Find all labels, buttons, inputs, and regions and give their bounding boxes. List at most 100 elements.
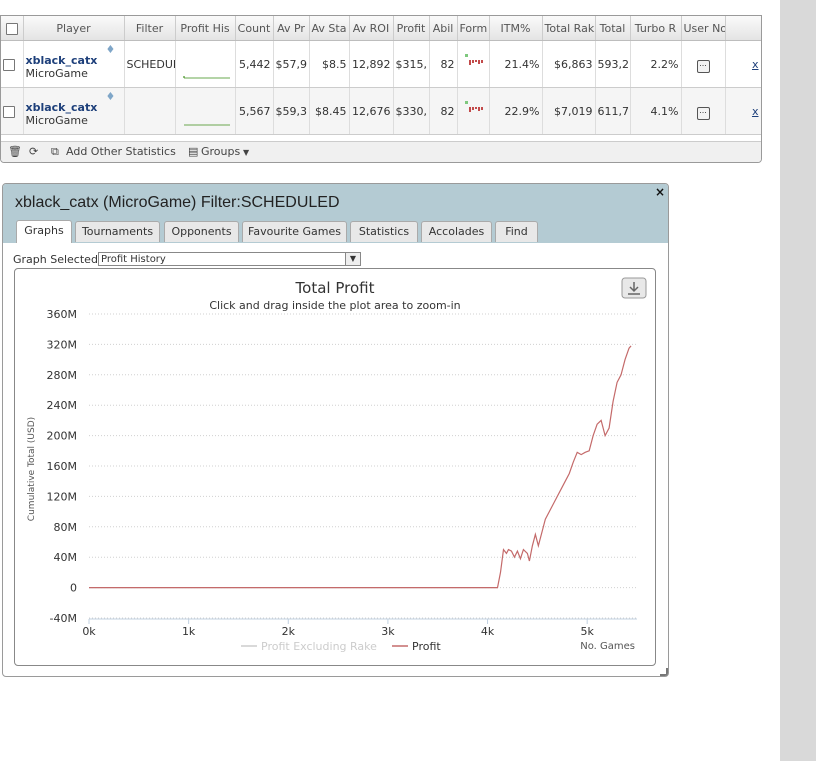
grid-toolbar: 🗑 ⟳ ⧉ Add Other Statistics ▤ Groups ▼ [1,141,761,162]
trash-icon[interactable]: 🗑 [8,145,22,158]
graph-selected-label: Graph Selected: [13,253,102,266]
tab-graphs[interactable]: Graphs [16,220,72,243]
chart-title: Total Profit [295,279,375,297]
x-tick-label: 5k [580,625,594,638]
graph-select-value: Profit History [101,254,166,265]
network-gem-icon: ♦ [105,43,116,56]
col-ability[interactable]: Abil [429,16,458,41]
total-rake-cell: $6,863 [542,40,596,88]
legend-item-profit-excluding-rake[interactable]: Profit Excluding Rake [261,640,377,653]
row-checkbox[interactable] [3,58,15,71]
row-select-cell[interactable] [1,40,24,88]
form-bars-icon [464,100,483,112]
select-all-header[interactable] [1,16,24,41]
page-scrollbar[interactable] [780,0,816,761]
sparkline-dot [182,76,185,78]
chevron-down-icon[interactable]: ▼ [345,253,360,265]
y-tick-label: 200M [47,430,78,443]
av-stake-cell: $8.45 [309,87,350,135]
profit-history-cell [175,40,236,88]
chart-legend[interactable]: Profit Excluding Rake Profit [241,640,441,653]
window-header[interactable]: xblack_catx (MicroGame) Filter:SCHEDULED… [3,184,668,243]
y-tick-label: 40M [54,551,78,564]
col-profit[interactable]: Profit [393,16,430,41]
col-total-rake[interactable]: Total Rak [542,16,596,41]
form-cell [457,87,490,135]
tab-opponents[interactable]: Opponents [164,221,239,242]
notes-button[interactable]: ... [696,106,710,120]
y-tick-label: 240M [47,399,78,412]
tab-statistics[interactable]: Statistics [350,221,418,242]
notes-cell: ... [681,40,726,88]
col-filter[interactable]: Filter [124,16,176,41]
col-user-notes[interactable]: User No [681,16,726,41]
y-tick-label: 320M [47,338,78,351]
col-form[interactable]: Form [457,16,490,41]
select-all-checkbox[interactable] [5,22,18,35]
profit-cell: $315, [393,40,430,88]
legend-item-profit[interactable]: Profit [412,640,441,653]
graph-select[interactable]: Profit History ▼ [98,252,361,266]
av-prize-cell: $59,3 [273,87,310,135]
tab-find[interactable]: Find [495,221,538,242]
notes-button[interactable]: ... [696,59,710,73]
av-prize-cell: $57,9 [273,40,310,88]
close-icon[interactable]: × [655,185,665,199]
table-row[interactable]: ♦ xblack_catx MicroGame 5,567 $59,3 $8.4… [1,87,761,135]
col-player[interactable]: Player [23,16,125,41]
chart-subtitle: Click and drag inside the plot area to z… [209,299,460,312]
itm-cell: 22.9% [489,87,543,135]
col-total[interactable]: Total [595,16,631,41]
col-av-prize[interactable]: Av Pr [273,16,310,41]
y-tick-label: 160M [47,460,78,473]
col-profit-history[interactable]: Profit His [175,16,236,41]
profit-sparkline [183,124,230,126]
window-resize-handle[interactable] [660,668,668,676]
total-rake-cell: $7,019 [542,87,596,135]
av-roi-cell: 12,892 [349,40,394,88]
groups-button[interactable]: Groups [201,145,240,158]
tab-tournaments[interactable]: Tournaments [75,221,160,242]
y-tick-label: 360M [47,308,78,321]
col-turbo[interactable]: Turbo R [630,16,682,41]
window-title: xblack_catx (MicroGame) Filter:SCHEDULED [15,194,340,211]
player-details-window: xblack_catx (MicroGame) Filter:SCHEDULED… [2,183,669,677]
remove-cell: x [725,87,761,135]
count-cell: 5,442 [235,40,274,88]
col-remove [725,16,761,41]
add-stats-icon: ⧉ [51,145,59,158]
x-tick-label: 2k [282,625,296,638]
table-row[interactable]: ♦ xblack_catx MicroGame SCHEDULED 5,442 … [1,40,761,88]
player-cell: ♦ xblack_catx MicroGame [23,40,125,88]
filter-cell [124,87,176,135]
profit-cell: $330, [393,87,430,135]
itm-cell: 21.4% [489,40,543,88]
remove-row-link[interactable]: x [752,58,759,71]
groups-icon: ▤ [188,145,199,158]
col-count[interactable]: Count [235,16,274,41]
row-checkbox[interactable] [3,105,15,118]
profit-chart[interactable]: Total Profit Click and drag inside the p… [15,269,655,665]
y-tick-label: -40M [50,612,77,625]
y-tick-label: 80M [54,521,78,534]
player-network: MicroGame [25,67,88,80]
refresh-icon[interactable]: ⟳ [29,145,38,158]
chevron-down-icon[interactable]: ▼ [243,148,249,157]
remove-row-link[interactable]: x [752,105,759,118]
y-tick-label: 120M [47,490,78,503]
tab-accolades[interactable]: Accolades [421,221,492,242]
y-tick-label: 0 [70,582,77,595]
col-av-stake[interactable]: Av Sta [309,16,350,41]
col-itm[interactable]: ITM% [489,16,543,41]
tab-favourite-games[interactable]: Favourite Games [242,221,347,242]
export-button[interactable] [621,277,647,299]
row-select-cell[interactable] [1,87,24,135]
add-other-statistics-button[interactable]: Add Other Statistics [66,145,176,158]
av-roi-cell: 12,676 [349,87,394,135]
player-cell: ♦ xblack_catx MicroGame [23,87,125,135]
x-axis-label: No. Games [580,641,635,652]
remove-cell: x [725,40,761,88]
col-av-roi[interactable]: Av ROI [349,16,394,41]
network-gem-icon: ♦ [105,90,116,103]
profit-history-cell [175,87,236,135]
